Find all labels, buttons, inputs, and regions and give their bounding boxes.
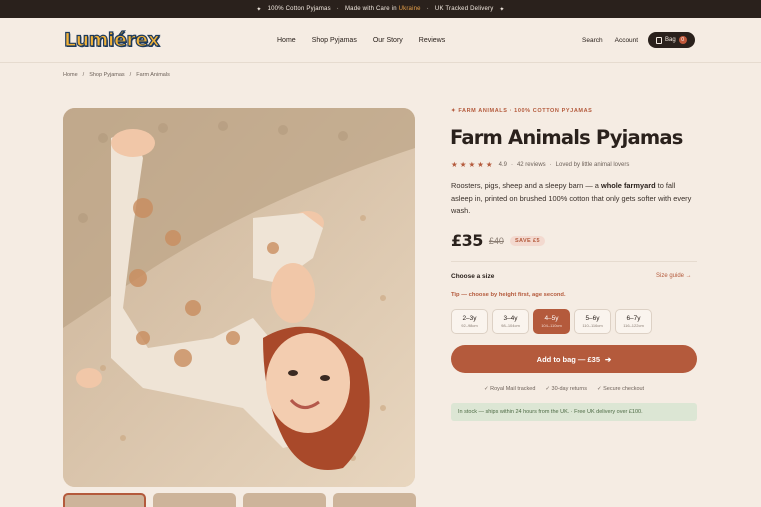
logo-text: Lumiérex	[63, 28, 160, 51]
breadcrumb-current: Farm Animals	[136, 72, 170, 78]
thumbnail-1[interactable]	[63, 493, 146, 507]
breadcrumb-sep: /	[129, 72, 132, 78]
main-nav: Home Shop Pyjamas Our Story Reviews	[277, 37, 445, 44]
size-option-height: 98–104cm	[501, 323, 520, 328]
size-options: 2–3y 92–98cm 3–4y 98–104cm 4–5y 104–110c…	[451, 309, 652, 334]
account-link[interactable]: Account	[615, 37, 639, 44]
size-option-label: 3–4y	[503, 315, 518, 322]
nav-our-story[interactable]: Our Story	[373, 37, 403, 44]
announcement-made-prefix: Made with Care in	[344, 6, 397, 12]
thumbnail-4[interactable]	[333, 493, 416, 507]
old-price: £40	[488, 235, 504, 246]
save-badge: SAVE £5	[509, 235, 545, 246]
thumbnail-3[interactable]	[243, 493, 326, 507]
assurance-returns: ✓ 30-day returns	[545, 386, 587, 392]
header-actions: Search Account	[582, 37, 638, 44]
rating-row: ★★★★★ 4.9 · 42 reviews · Loved by little…	[451, 160, 629, 169]
breadcrumb-home[interactable]: Home	[63, 72, 78, 78]
size-option-4-5y[interactable]: 4–5y 104–110cm	[533, 309, 570, 334]
price: £35	[451, 231, 483, 250]
announcement-bar: ✦ 100% Cotton Pyjamas · Made with Care i…	[0, 0, 761, 18]
announcement-made-accent: Ukraine	[398, 6, 421, 12]
rating-value: 4.9	[498, 161, 507, 168]
bag-button[interactable]: Bag 0	[648, 32, 695, 48]
add-to-bag-button[interactable]: Add to bag — £35 ➔	[451, 345, 697, 373]
breadcrumb: Home / Shop Pyjamas / Farm Animals	[63, 72, 170, 78]
size-option-3-4y[interactable]: 3–4y 98–104cm	[492, 309, 529, 334]
product-description: Roosters, pigs, sheep and a sleepy barn …	[451, 180, 699, 218]
size-option-label: 4–5y	[544, 315, 559, 322]
size-option-6-7y[interactable]: 6–7y 116–122cm	[615, 309, 652, 334]
rating-stars-icon: ★★★★★	[451, 160, 495, 169]
bag-count: 0	[678, 36, 687, 44]
nav-reviews[interactable]: Reviews	[419, 37, 445, 44]
bag-icon	[656, 36, 662, 44]
assurance-secure: ✓ Secure checkout	[596, 386, 645, 392]
assurance-tracked: ✓ Royal Mail tracked	[484, 386, 536, 392]
reviews-link[interactable]: 42 reviews	[517, 162, 546, 168]
thumbnail-2[interactable]	[153, 493, 236, 507]
rating-sep: ·	[510, 161, 513, 168]
size-option-height: 116–122cm	[623, 323, 644, 328]
assurance-row: ✓ Royal Mail tracked ✓ 30-day returns ✓ …	[484, 386, 644, 392]
announcement-sep: ·	[336, 6, 339, 12]
product-photo-illustration	[63, 108, 415, 487]
bag-label: Bag	[665, 37, 676, 43]
size-option-5-6y[interactable]: 5–6y 110–116cm	[574, 309, 611, 334]
logo[interactable]: Lumiérex	[63, 28, 160, 52]
stock-notice: In stock — ships within 24 hours from th…	[451, 403, 697, 421]
size-option-label: 6–7y	[626, 315, 641, 322]
divider	[451, 261, 697, 262]
loved-text: Loved by little animal lovers	[555, 161, 630, 168]
add-to-bag-label: Add to bag — £35	[536, 354, 601, 364]
size-option-height: 110–116cm	[582, 323, 603, 328]
size-tip: Tip — choose by height first, age second…	[451, 292, 566, 298]
desc-bold: whole farmyard	[600, 181, 656, 190]
thumbnail-strip	[63, 493, 416, 507]
announcement-delivery: UK Tracked Delivery	[434, 6, 494, 12]
size-option-height: 104–110cm	[541, 323, 562, 328]
stock-text: In stock — ships within 24 hours from th…	[458, 409, 643, 415]
product-eyebrow: ✦ FARM ANIMALS · 100% COTTON PYJAMAS	[451, 108, 593, 114]
announcement-made: Made with Care in Ukraine	[345, 6, 421, 12]
announcement-cotton: 100% Cotton Pyjamas	[267, 6, 331, 12]
size-label: Choose a size	[451, 273, 495, 280]
product-photo	[63, 108, 415, 487]
size-option-2-3y[interactable]: 2–3y 92–98cm	[451, 309, 488, 334]
rating-sep: ·	[549, 161, 552, 168]
announcement-sep: ·	[426, 6, 429, 12]
desc-part-1: Roosters, pigs, sheep and a sleepy barn …	[451, 181, 601, 190]
size-guide-link[interactable]: Size guide →	[656, 273, 692, 279]
size-option-label: 5–6y	[585, 315, 600, 322]
price-row: £35 £40 SAVE £5	[451, 231, 545, 250]
arrow-right-icon: ➔	[605, 354, 612, 364]
nav-shop-pyjamas[interactable]: Shop Pyjamas	[312, 37, 357, 44]
breadcrumb-shop[interactable]: Shop Pyjamas	[89, 72, 124, 78]
size-option-height: 92–98cm	[461, 323, 478, 328]
site-header: Lumiérex Home Shop Pyjamas Our Story Rev…	[0, 18, 761, 63]
nav-home[interactable]: Home	[277, 37, 296, 44]
product-title: Farm Animals Pyjamas	[450, 126, 683, 149]
star-icon: ✦	[256, 6, 262, 13]
size-option-label: 2–3y	[462, 315, 477, 322]
star-icon: ✦	[499, 6, 505, 13]
breadcrumb-sep: /	[82, 72, 85, 78]
search-link[interactable]: Search	[582, 37, 603, 44]
